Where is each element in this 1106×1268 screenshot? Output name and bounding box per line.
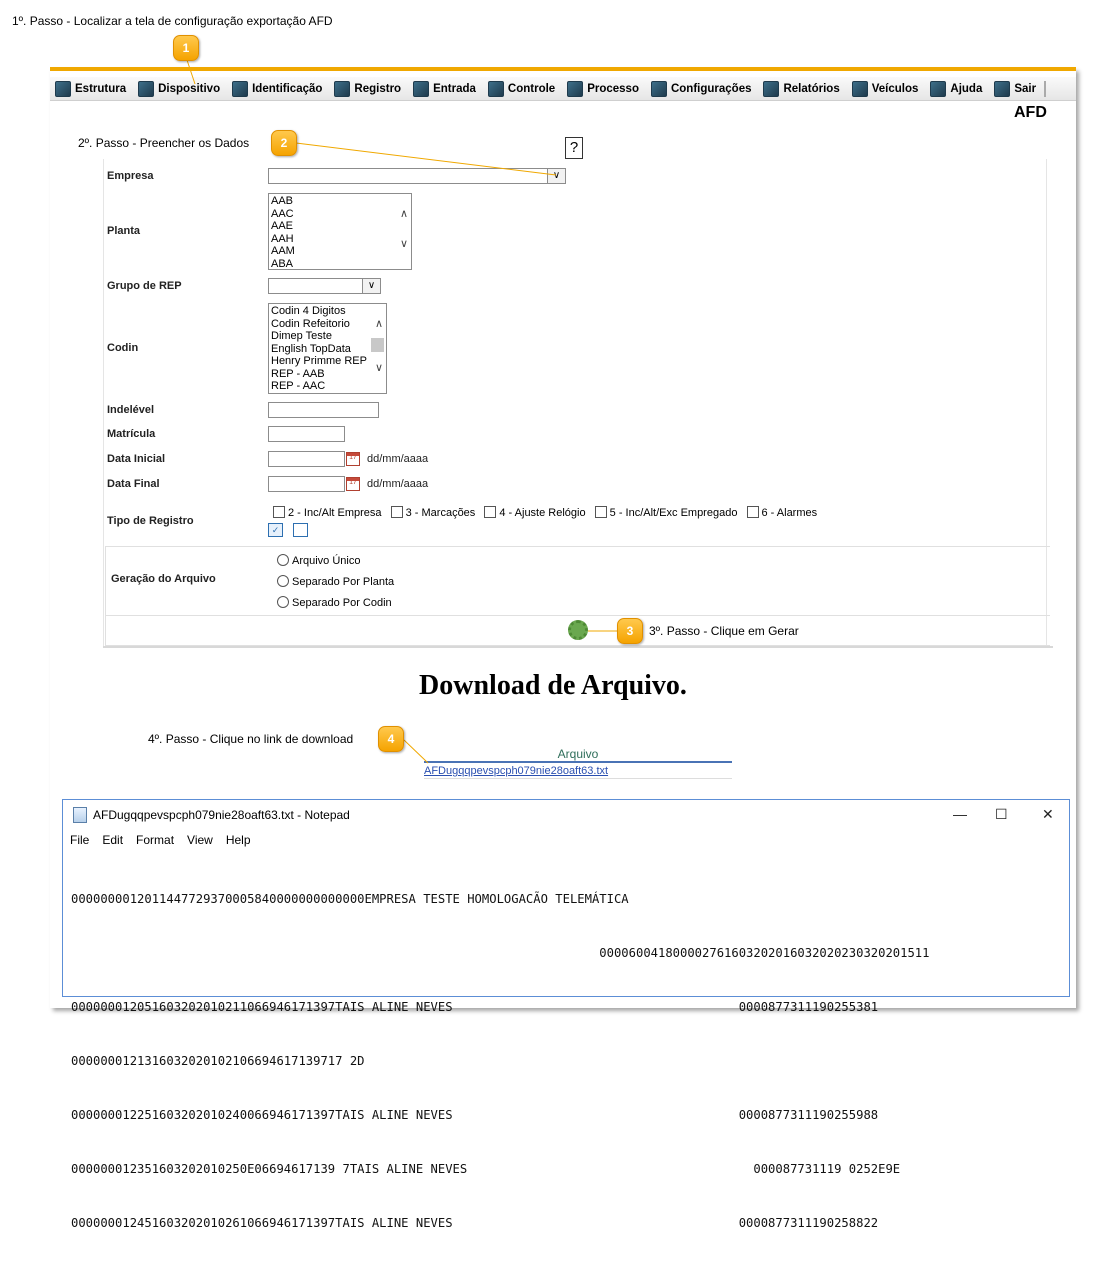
text-line: 000000012451603202010261066946171397TAIS… [71, 1216, 879, 1230]
notepad-window: AFDugqqpevspcph079nie28oaft63.txt - Note… [62, 799, 1070, 1230]
minimize-icon[interactable]: — [953, 806, 967, 822]
callout-badge-3: 3 [617, 618, 643, 644]
notepad-title: AFDugqqpevspcph079nie28oaft63.txt - Note… [93, 808, 350, 822]
callout-badge-4: 4 [378, 726, 404, 752]
maximize-icon[interactable]: ☐ [995, 806, 1008, 823]
notepad-icon [73, 807, 87, 823]
text-line: 0000000121316032020102106694617139717 2D [71, 1054, 365, 1068]
menu-file[interactable]: File [70, 833, 89, 847]
text-line: 000000012351603202010250E06694617139 7TA… [71, 1162, 901, 1176]
text-line: 0000000012011447729370005840000000000000… [71, 892, 629, 906]
menu-view[interactable]: View [187, 833, 213, 847]
text-line: 000000012251603202010240066946171397TAIS… [71, 1108, 879, 1122]
notepad-text-area[interactable]: 0000000012011447729370005840000000000000… [71, 854, 930, 1268]
menu-edit[interactable]: Edit [102, 833, 123, 847]
notepad-titlebar: AFDugqqpevspcph079nie28oaft63.txt - Note… [63, 800, 1069, 830]
menu-help[interactable]: Help [226, 833, 251, 847]
notepad-menu-bar: File Edit Format View Help [70, 833, 264, 847]
callout-badge-1: 1 [173, 35, 199, 61]
menu-format[interactable]: Format [136, 833, 174, 847]
callout-badge-2: 2 [271, 130, 297, 156]
text-line: 000000012051603202010211066946171397TAIS… [71, 1000, 879, 1014]
close-icon[interactable]: ✕ [1042, 806, 1054, 823]
text-line: 0000600418000027616032020160320202303202… [71, 946, 930, 960]
